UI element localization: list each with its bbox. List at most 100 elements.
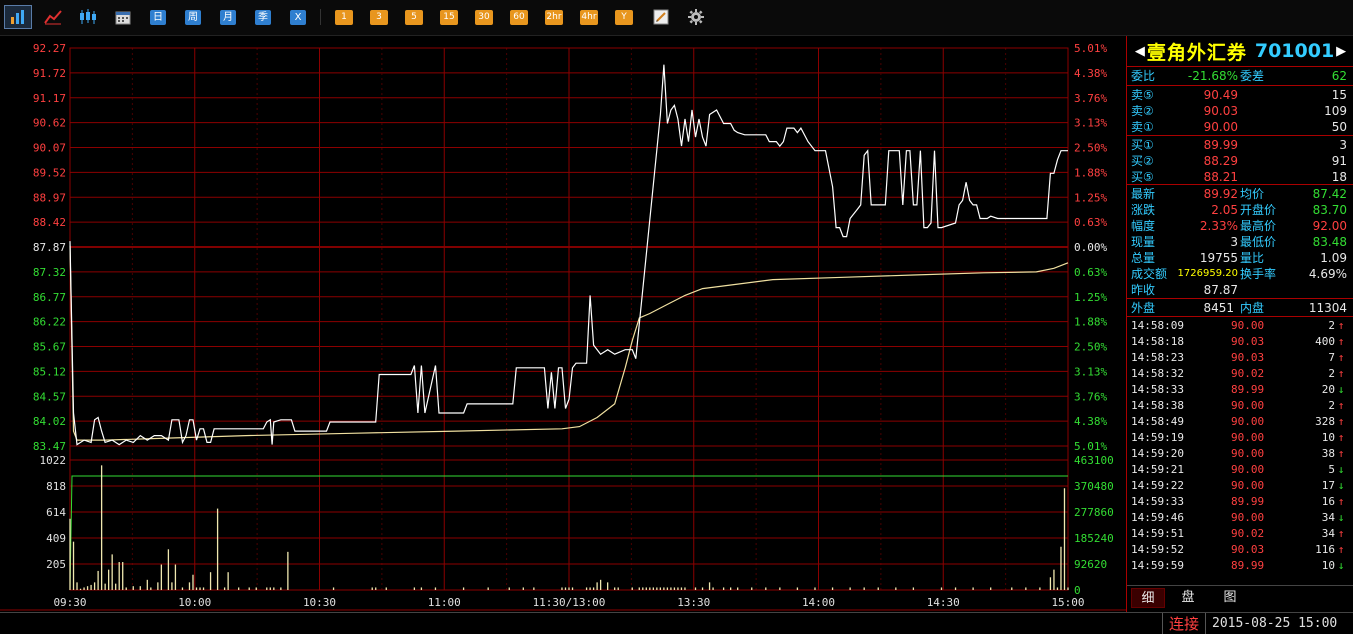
pct-tick-label: 5.01% bbox=[1074, 42, 1107, 55]
weibi-value: -21.68% bbox=[1187, 69, 1238, 83]
time-tick-label: 09:30 bbox=[53, 596, 86, 609]
stock-code: 701001 bbox=[1254, 40, 1335, 62]
tick-row: 14:58:18 90.03 400 ↑ bbox=[1127, 334, 1347, 350]
row-label: 卖② bbox=[1131, 104, 1154, 118]
tick-direction: ↑ bbox=[1337, 527, 1345, 540]
time-tick-label: 10:30 bbox=[303, 596, 336, 609]
tick-direction: ↑ bbox=[1337, 415, 1345, 428]
tick-time: 14:58:09 bbox=[1131, 319, 1184, 332]
tick-price: 90.00 bbox=[1231, 431, 1265, 444]
stock-name: 壹角外汇券 bbox=[1146, 41, 1247, 64]
period-4hr-button[interactable]: 4hr bbox=[578, 5, 600, 29]
tick-time: 14:58:38 bbox=[1131, 399, 1184, 412]
stat-row: 最新 89.92 均价 87.42 bbox=[1127, 186, 1353, 202]
row-label: 总量 bbox=[1131, 251, 1156, 265]
period-x-button[interactable]: X bbox=[288, 5, 308, 29]
period-1min-button[interactable]: 1 bbox=[333, 5, 355, 29]
tab-orderbook[interactable]: 盘 bbox=[1171, 588, 1205, 608]
tick-price: 90.00 bbox=[1231, 511, 1265, 524]
row-label-2: 开盘价 bbox=[1240, 203, 1277, 217]
gear-icon[interactable] bbox=[685, 5, 707, 29]
price-tick-label: 90.62 bbox=[33, 117, 66, 130]
line-chart-icon[interactable] bbox=[40, 5, 66, 29]
row-value: 90.00 bbox=[1203, 120, 1238, 134]
tick-row: 14:59:19 90.00 10 ↑ bbox=[1127, 430, 1347, 446]
buy-volume: 18 bbox=[1331, 170, 1347, 184]
next-stock-icon[interactable]: ▶ bbox=[1334, 44, 1348, 59]
sell-level: 卖① 90.00 50 bbox=[1127, 119, 1353, 135]
period-week-button[interactable]: 周 bbox=[183, 5, 203, 29]
tab-detail[interactable]: 细 bbox=[1131, 588, 1165, 608]
row-value: 88.29 bbox=[1203, 154, 1238, 168]
row-value-2: 4.69% bbox=[1308, 267, 1347, 281]
period-month-button[interactable]: 月 bbox=[218, 5, 238, 29]
tick-direction: ↑ bbox=[1337, 319, 1345, 332]
row-label-2: 最高价 bbox=[1240, 219, 1277, 233]
tick-price: 90.03 bbox=[1231, 543, 1265, 556]
calendar-icon[interactable] bbox=[112, 5, 134, 29]
buy-level: 买② 88.29 91 bbox=[1127, 153, 1353, 169]
tick-time: 14:59:33 bbox=[1131, 495, 1184, 508]
divider bbox=[1127, 184, 1353, 185]
pct-tick-label: 3.76% bbox=[1074, 390, 1107, 403]
sell-volume: 15 bbox=[1331, 88, 1347, 102]
tick-time: 14:58:49 bbox=[1131, 415, 1184, 428]
tick-row: 14:59:20 90.00 38 ↑ bbox=[1127, 446, 1347, 462]
pct-tick-label: 3.76% bbox=[1074, 92, 1107, 105]
volume-tick-label-right: 92620 bbox=[1074, 558, 1107, 571]
pct-tick-label: 3.13% bbox=[1074, 117, 1107, 130]
row-value: 88.21 bbox=[1203, 170, 1238, 184]
pct-tick-label: 1.88% bbox=[1074, 166, 1107, 179]
pct-tick-label: 1.25% bbox=[1074, 291, 1107, 304]
tick-direction: ↓ bbox=[1337, 463, 1345, 476]
tick-time: 14:59:22 bbox=[1131, 479, 1184, 492]
pct-tick-label: 1.25% bbox=[1074, 191, 1107, 204]
period-2hr-button[interactable]: 2hr bbox=[543, 5, 565, 29]
buy-volume: 91 bbox=[1331, 154, 1347, 168]
prev-stock-icon[interactable]: ◀ bbox=[1133, 44, 1147, 59]
divider bbox=[1127, 298, 1353, 299]
pct-tick-label: 4.38% bbox=[1074, 67, 1107, 80]
volume-tick-label-left: 205 bbox=[46, 558, 66, 571]
tick-price: 90.00 bbox=[1231, 447, 1265, 460]
tick-price: 90.00 bbox=[1231, 319, 1265, 332]
period-60min-button[interactable]: 60 bbox=[508, 5, 530, 29]
candlestick-icon[interactable] bbox=[75, 5, 101, 29]
period-30min-button[interactable]: 30 bbox=[473, 5, 495, 29]
row-label: 最新 bbox=[1131, 187, 1156, 201]
pct-tick-label: 4.38% bbox=[1074, 415, 1107, 428]
row-value: 2.05 bbox=[1211, 203, 1238, 217]
period-day-button[interactable]: 日 bbox=[148, 5, 168, 29]
row-label: 买⑤ bbox=[1131, 170, 1154, 184]
draw-pencil-icon[interactable] bbox=[650, 5, 672, 29]
tick-row: 14:59:51 90.02 34 ↑ bbox=[1127, 526, 1347, 542]
period-5min-button[interactable]: 5 bbox=[403, 5, 425, 29]
row-label: 卖⑤ bbox=[1131, 88, 1154, 102]
inner-volume: 11304 bbox=[1308, 301, 1347, 315]
tick-price: 90.02 bbox=[1231, 527, 1265, 540]
connection-status[interactable]: 连接 bbox=[1162, 613, 1206, 634]
tick-direction: ↓ bbox=[1337, 559, 1345, 572]
toolbar: 日 周 月 季 X 1 3 5 15 30 60 2hr 4hr Y bbox=[0, 0, 1353, 36]
row-value: 1726959.20 bbox=[1177, 268, 1238, 279]
divider bbox=[1127, 85, 1353, 86]
period-15min-button[interactable]: 15 bbox=[438, 5, 460, 29]
period-3min-button[interactable]: 3 bbox=[368, 5, 390, 29]
weicha-value: 62 bbox=[1331, 69, 1347, 83]
tick-time: 14:59:46 bbox=[1131, 511, 1184, 524]
divider bbox=[1127, 66, 1353, 67]
buy-volume: 3 bbox=[1339, 138, 1347, 152]
tick-direction: ↓ bbox=[1337, 511, 1345, 524]
toolbar-separator bbox=[320, 9, 321, 25]
intraday-chart[interactable]: 92.27 5.01% 91.72 4.38% 91.17 3.76% 90.62 3.13%… bbox=[0, 36, 1126, 612]
bar-chart-icon[interactable] bbox=[4, 5, 32, 29]
volume-tick-label-left: 1022 bbox=[40, 454, 67, 467]
pct-tick-label: 2.50% bbox=[1074, 142, 1107, 155]
tick-volume: 7 bbox=[1328, 351, 1335, 364]
period-quarter-button[interactable]: 季 bbox=[253, 5, 273, 29]
period-year-button[interactable]: Y bbox=[613, 5, 635, 29]
tab-chart[interactable]: 图 bbox=[1213, 588, 1247, 608]
outer-volume: 8451 bbox=[1203, 301, 1234, 315]
stat-row: 幅度 2.33% 最高价 92.00 bbox=[1127, 218, 1353, 234]
tick-time: 14:58:18 bbox=[1131, 335, 1184, 348]
